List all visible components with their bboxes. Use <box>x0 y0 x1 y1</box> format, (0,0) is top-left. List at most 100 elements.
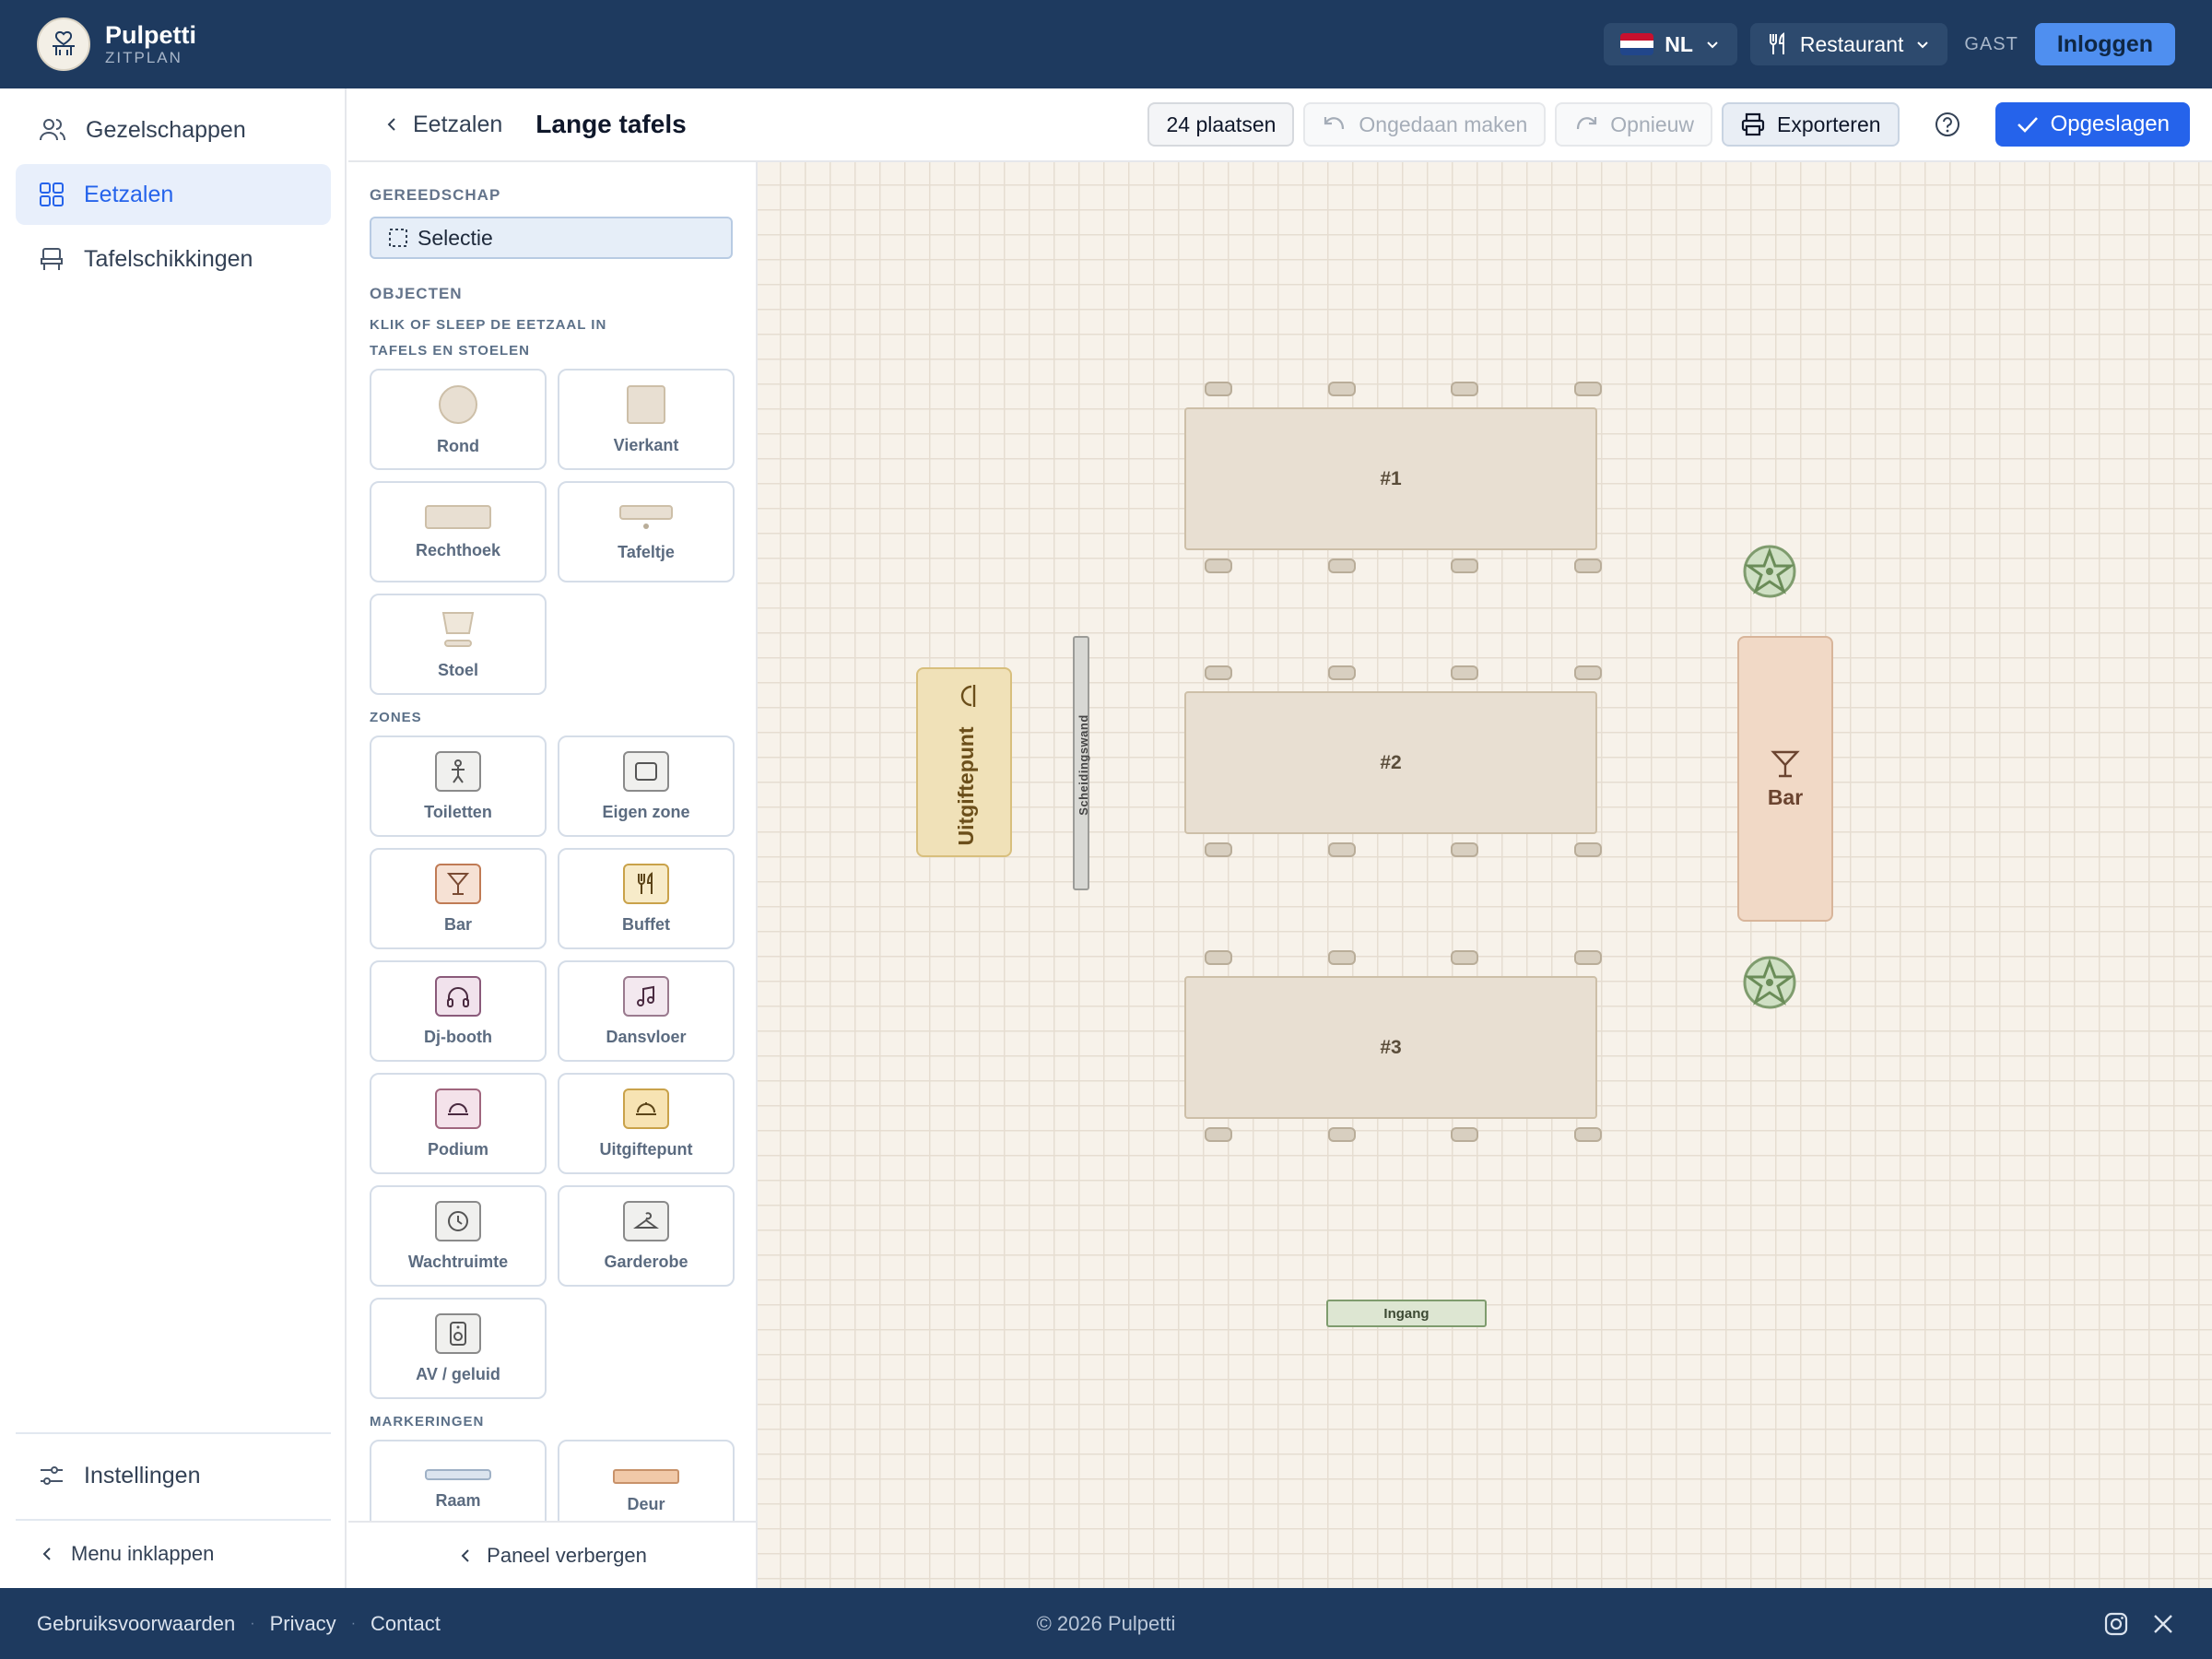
back-to-eetzalen-link[interactable]: Eetzalen <box>383 112 502 138</box>
chair[interactable] <box>1451 950 1478 965</box>
export-button[interactable]: Exporteren <box>1722 102 1900 147</box>
help-button[interactable] <box>1925 102 1970 147</box>
partition-wall[interactable]: Scheidingswand <box>1073 636 1090 890</box>
chair[interactable] <box>1451 559 1478 573</box>
object-chair[interactable]: Stoel <box>370 594 547 695</box>
bar-label: Bar <box>1767 784 1804 809</box>
instagram-icon[interactable] <box>2103 1611 2129 1637</box>
object-round-table[interactable]: Rond <box>370 369 547 470</box>
cloche-icon <box>623 1088 669 1129</box>
sidebar-item-eetzalen[interactable]: Eetzalen <box>16 164 331 225</box>
zone-waiting-room[interactable]: Wachtruimte <box>370 1185 547 1287</box>
grid-icon <box>40 182 64 206</box>
login-button[interactable]: Inloggen <box>2034 23 2175 65</box>
language-select[interactable]: NL <box>1604 23 1737 65</box>
zone-stage[interactable]: Podium <box>370 1073 547 1174</box>
plant-icon[interactable] <box>1742 955 1797 1010</box>
collapse-menu-button[interactable]: Menu inklappen <box>16 1524 331 1583</box>
card-label: Bar <box>443 914 472 934</box>
users-icon <box>40 119 65 141</box>
hide-panel-button[interactable]: Paneel verbergen <box>348 1521 758 1588</box>
rectangle-table-icon <box>425 504 491 529</box>
chair[interactable] <box>1205 950 1232 965</box>
object-rectangle-table[interactable]: Rechthoek <box>370 481 547 582</box>
dutch-flag-icon <box>1620 33 1654 55</box>
chair[interactable] <box>1205 559 1232 573</box>
chair[interactable] <box>1328 842 1356 857</box>
round-table-icon <box>439 384 477 424</box>
sidebar-item-instellingen[interactable]: Instellingen <box>16 1445 331 1506</box>
zone-buffet[interactable]: Buffet <box>558 848 735 949</box>
chair-icon <box>41 248 63 270</box>
zone-toilets[interactable]: Toiletten <box>370 735 547 837</box>
select-tool-button[interactable]: Selectie <box>370 217 733 259</box>
chair[interactable] <box>1451 1127 1478 1142</box>
table-2[interactable]: #2 <box>1184 691 1597 834</box>
object-small-table[interactable]: Tafeltje <box>558 481 735 582</box>
zone-av-sound[interactable]: AV / geluid <box>370 1298 547 1399</box>
chair[interactable] <box>1574 382 1602 396</box>
object-panel: GEREEDSCHAP Selectie OBJECTEN KLIK OF SL… <box>348 162 758 1521</box>
card-label: Stoel <box>437 660 478 679</box>
chair[interactable] <box>1574 665 1602 680</box>
chair[interactable] <box>1451 382 1478 396</box>
back-label: Eetzalen <box>413 111 503 137</box>
pulpetti-logo-icon[interactable] <box>37 18 90 71</box>
fork-knife-icon <box>623 863 669 904</box>
entrance-marker[interactable]: Ingang <box>1326 1300 1487 1327</box>
redo-button[interactable]: Opnieuw <box>1555 102 1713 147</box>
footer-link-privacy[interactable]: Privacy <box>270 1612 336 1636</box>
table-3[interactable]: #3 <box>1184 976 1597 1119</box>
chair[interactable] <box>1205 665 1232 680</box>
card-label: Garderobe <box>604 1252 688 1271</box>
footer-link-terms[interactable]: Gebruiksvoorwaarden <box>37 1612 235 1636</box>
square-icon <box>623 750 669 792</box>
x-twitter-icon[interactable] <box>2151 1612 2175 1636</box>
chair[interactable] <box>1205 1127 1232 1142</box>
sidebar-item-tafelschikkingen[interactable]: Tafelschikkingen <box>16 229 331 289</box>
zone-bar[interactable]: Bar <box>370 848 547 949</box>
chair[interactable] <box>1328 1127 1356 1142</box>
chair[interactable] <box>1451 842 1478 857</box>
sidebar-item-gezelschappen[interactable]: Gezelschappen <box>16 100 331 160</box>
marking-window[interactable]: Raam <box>370 1440 547 1521</box>
zones-heading: ZONES <box>370 710 422 725</box>
table-1[interactable]: #1 <box>1184 407 1597 550</box>
chair[interactable] <box>1328 665 1356 680</box>
select-tool-label: Selectie <box>418 225 493 250</box>
footer-links: Gebruiksvoorwaarden · Privacy · Contact <box>37 1612 441 1636</box>
tools-heading: GEREEDSCHAP <box>370 186 501 204</box>
serving-point-zone[interactable]: Uitgiftepunt <box>916 667 1012 857</box>
marking-door[interactable]: Deur <box>558 1440 735 1521</box>
footer: Gebruiksvoorwaarden · Privacy · Contact … <box>0 1588 2212 1659</box>
zone-custom[interactable]: Eigen zone <box>558 735 735 837</box>
floor-plan-canvas[interactable]: #1 #2 #3 Uitgiftepunt Scheidingswand Bar… <box>758 162 2212 1588</box>
bar-zone[interactable]: Bar <box>1737 636 1833 922</box>
zone-dj-booth[interactable]: Dj-booth <box>370 960 547 1062</box>
chair[interactable] <box>1574 950 1602 965</box>
plant-icon[interactable] <box>1742 544 1797 599</box>
chair[interactable] <box>1328 382 1356 396</box>
zone-cloakroom[interactable]: Garderobe <box>558 1185 735 1287</box>
card-label: Vierkant <box>613 435 679 454</box>
zone-dance-floor[interactable]: Dansvloer <box>558 960 735 1062</box>
footer-link-contact[interactable]: Contact <box>371 1612 441 1636</box>
object-square-table[interactable]: Vierkant <box>558 369 735 470</box>
chevron-left-icon <box>461 1548 469 1562</box>
chair[interactable] <box>1574 559 1602 573</box>
sidebar-item-label: Tafelschikkingen <box>84 245 253 272</box>
chair[interactable] <box>1574 1127 1602 1142</box>
chair[interactable] <box>1451 665 1478 680</box>
chair[interactable] <box>1574 842 1602 857</box>
card-label: Raam <box>435 1491 481 1510</box>
zone-serving-point[interactable]: Uitgiftepunt <box>558 1073 735 1174</box>
chair[interactable] <box>1205 382 1232 396</box>
chair[interactable] <box>1328 559 1356 573</box>
sidebar-divider <box>16 1432 331 1434</box>
undo-button[interactable]: Ongedaan maken <box>1303 102 1547 147</box>
chair[interactable] <box>1328 950 1356 965</box>
saved-button[interactable]: Opgeslagen <box>1994 102 2190 147</box>
venue-type-select[interactable]: Restaurant <box>1749 23 1948 65</box>
chair[interactable] <box>1205 842 1232 857</box>
redo-label: Opnieuw <box>1610 112 1695 136</box>
